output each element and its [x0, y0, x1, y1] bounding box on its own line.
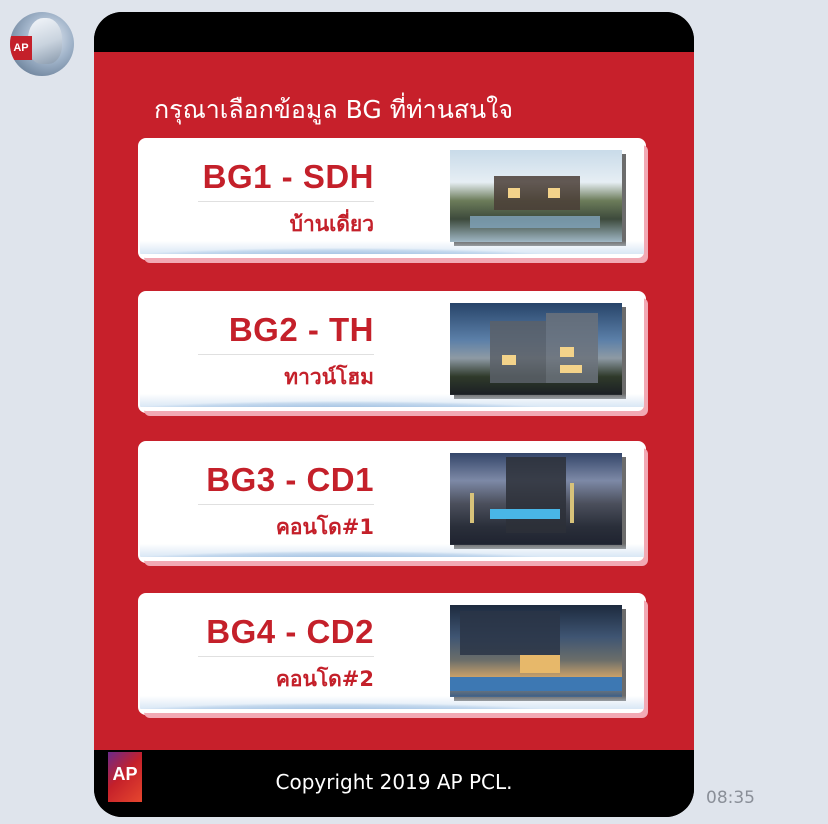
menu-card-bg4[interactable]: BG4 - CD2 คอนโด#2 — [140, 595, 644, 713]
townhome-photo — [450, 303, 622, 395]
condo-2-photo — [450, 605, 622, 697]
card-subtitle: ทาวน์โฮม — [284, 365, 374, 389]
card-title: BG2 - TH — [228, 311, 374, 348]
menu-card-bg1[interactable]: BG1 - SDH บ้านเดี่ยว — [140, 140, 644, 258]
sender-avatar[interactable]: AP — [10, 12, 74, 76]
card-title: BG3 - CD1 — [206, 461, 374, 498]
card-subtitle: คอนโด#1 — [275, 515, 374, 539]
copyright-text: Copyright 2019 AP PCL. — [275, 770, 513, 794]
menu-card-bg2[interactable]: BG2 - TH ทาวน์โฮม — [140, 293, 644, 411]
card-title: BG4 - CD2 — [206, 613, 374, 650]
card-divider — [198, 504, 374, 505]
bubble-top-bar — [94, 12, 694, 52]
menu-headline: กรุณาเลือกข้อมูล BG ที่ท่านสนใจ — [154, 95, 513, 124]
card-divider — [198, 201, 374, 202]
menu-card-bg3[interactable]: BG3 - CD1 คอนโด#1 — [140, 443, 644, 561]
card-subtitle: คอนโด#2 — [275, 667, 374, 691]
robot-face-icon — [28, 18, 62, 64]
card-divider — [198, 354, 374, 355]
menu-panel: กรุณาเลือกข้อมูล BG ที่ท่านสนใจ BG1 - SD… — [94, 52, 694, 750]
ap-logo-icon: AP — [10, 36, 32, 60]
card-title: BG1 - SDH — [202, 158, 374, 195]
rich-message-bubble[interactable]: กรุณาเลือกข้อมูล BG ที่ท่านสนใจ BG1 - SD… — [94, 12, 694, 817]
bubble-footer: AP Copyright 2019 AP PCL. — [94, 750, 694, 817]
card-subtitle: บ้านเดี่ยว — [289, 212, 374, 236]
message-timestamp: 08:35 — [706, 788, 755, 808]
condo-1-photo — [450, 453, 622, 545]
house-photo — [450, 150, 622, 242]
card-divider — [198, 656, 374, 657]
